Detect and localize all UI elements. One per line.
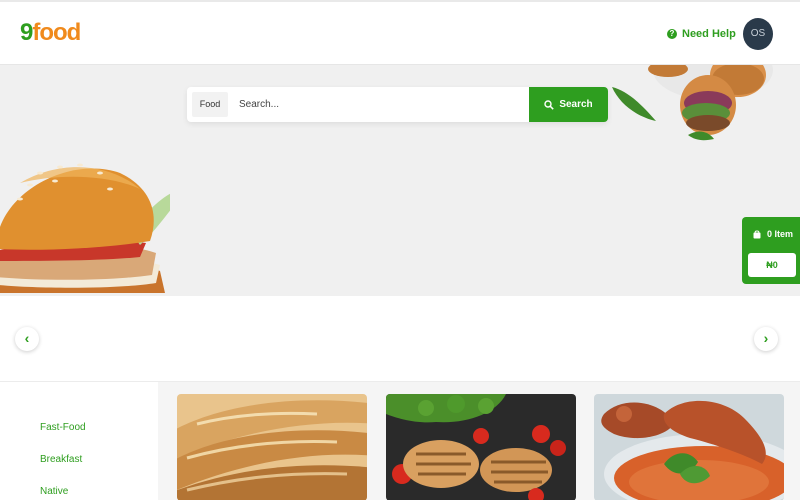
search-icon <box>544 99 555 110</box>
category-sidebar: Fast-Food Breakfast Native <box>0 382 158 500</box>
cart-total: ₦0 <box>748 253 796 277</box>
shopping-bag-icon <box>753 229 761 238</box>
need-help-link[interactable]: ? Need Help <box>667 28 736 40</box>
cart-widget[interactable]: 0 Item ₦0 <box>742 217 800 284</box>
logo-food: food <box>32 19 81 46</box>
search-bar: Food Search <box>187 87 608 122</box>
hero-burger-image <box>0 163 170 293</box>
category-breakfast[interactable]: Breakfast <box>40 454 82 465</box>
need-help-label: Need Help <box>682 28 736 40</box>
menu-section: Fast-Food Breakfast Native <box>0 381 800 500</box>
site-logo[interactable]: 9food <box>20 19 81 47</box>
cart-count: 0 Item <box>753 229 793 239</box>
hero-banner: Food Search <box>0 65 800 296</box>
search-category-select[interactable]: Food <box>192 92 228 117</box>
category-fast-food[interactable]: Fast-Food <box>40 422 86 433</box>
food-card-bread[interactable] <box>177 394 367 500</box>
food-card-jollof[interactable] <box>594 394 784 500</box>
search-button-label: Search <box>559 99 593 110</box>
jollof-image <box>594 394 784 500</box>
bread-image <box>177 394 367 500</box>
page: 9food ? Need Help OS Food Search... Sear… <box>0 0 800 500</box>
logo-nine: 9 <box>20 19 33 46</box>
chicken-image <box>386 394 576 500</box>
question-circle-icon: ? <box>667 29 677 39</box>
food-card-chicken[interactable] <box>386 394 576 500</box>
user-avatar[interactable]: OS <box>743 18 773 50</box>
chevron-right-icon[interactable]: › <box>754 327 778 351</box>
hero-sliders-image <box>612 65 773 141</box>
search-input[interactable] <box>239 87 524 122</box>
cart-count-label: 0 Item <box>767 229 794 239</box>
chevron-left-icon[interactable]: ‹ <box>15 327 39 351</box>
category-native[interactable]: Native <box>40 486 68 497</box>
search-button[interactable]: Search <box>529 87 608 122</box>
top-header: 9food ? Need Help OS <box>0 0 800 65</box>
